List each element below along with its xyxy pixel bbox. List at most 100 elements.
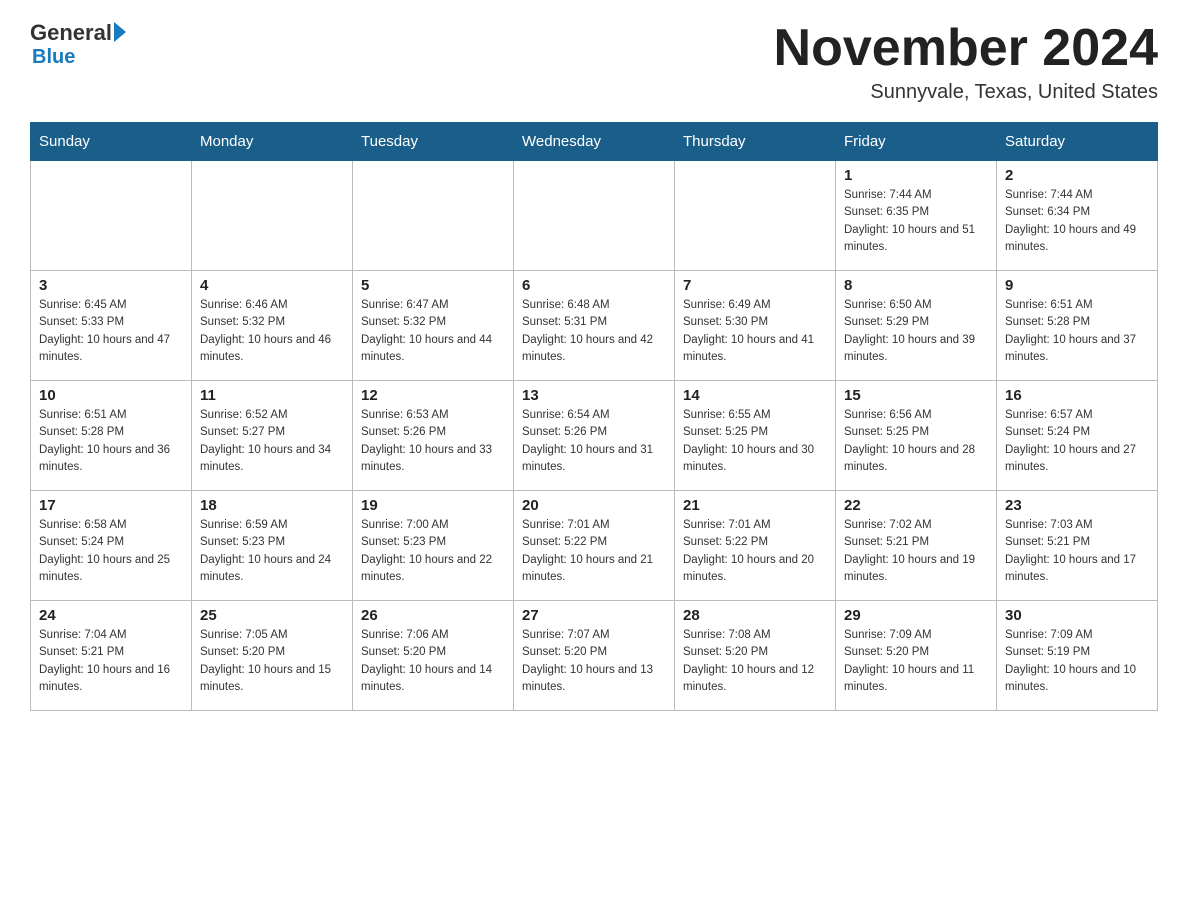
week-row-2: 3 Sunrise: 6:45 AM Sunset: 5:33 PM Daylig… <box>31 271 1158 381</box>
logo-blue: Blue <box>32 46 75 69</box>
col-monday: Monday <box>192 123 353 161</box>
day-number: 12 <box>361 387 505 404</box>
day-cell <box>675 161 836 271</box>
week-row-4: 17 Sunrise: 6:58 AM Sunset: 5:24 PM Dayli… <box>31 491 1158 601</box>
day-number: 18 <box>200 497 344 514</box>
day-cell <box>31 161 192 271</box>
day-number: 14 <box>683 387 827 404</box>
logo-general: General <box>30 20 112 46</box>
day-number: 11 <box>200 387 344 404</box>
logo-top: General <box>30 20 126 46</box>
day-cell <box>353 161 514 271</box>
week-row-3: 10 Sunrise: 6:51 AM Sunset: 5:28 PM Dayli… <box>31 381 1158 491</box>
day-sun-info: Sunrise: 7:44 AM Sunset: 6:35 PM Dayligh… <box>844 187 988 256</box>
day-sun-info: Sunrise: 7:44 AM Sunset: 6:34 PM Dayligh… <box>1005 187 1149 256</box>
day-cell: 27 Sunrise: 7:07 AM Sunset: 5:20 PM Dayli… <box>514 601 675 711</box>
calendar-header-row: Sunday Monday Tuesday Wednesday Thursday… <box>31 123 1158 161</box>
day-cell: 13 Sunrise: 6:54 AM Sunset: 5:26 PM Dayli… <box>514 381 675 491</box>
day-cell: 9 Sunrise: 6:51 AM Sunset: 5:28 PM Daylig… <box>997 271 1158 381</box>
day-cell: 4 Sunrise: 6:46 AM Sunset: 5:32 PM Daylig… <box>192 271 353 381</box>
day-number: 3 <box>39 277 183 294</box>
day-number: 13 <box>522 387 666 404</box>
day-number: 6 <box>522 277 666 294</box>
day-number: 15 <box>844 387 988 404</box>
day-sun-info: Sunrise: 6:51 AM Sunset: 5:28 PM Dayligh… <box>1005 297 1149 366</box>
day-sun-info: Sunrise: 7:02 AM Sunset: 5:21 PM Dayligh… <box>844 517 988 586</box>
day-sun-info: Sunrise: 6:48 AM Sunset: 5:31 PM Dayligh… <box>522 297 666 366</box>
day-number: 23 <box>1005 497 1149 514</box>
day-sun-info: Sunrise: 7:01 AM Sunset: 5:22 PM Dayligh… <box>522 517 666 586</box>
week-row-5: 24 Sunrise: 7:04 AM Sunset: 5:21 PM Dayli… <box>31 601 1158 711</box>
day-sun-info: Sunrise: 7:01 AM Sunset: 5:22 PM Dayligh… <box>683 517 827 586</box>
day-cell: 29Sunrise: 7:09 AM Sunset: 5:20 PM Dayli… <box>836 601 997 711</box>
col-sunday: Sunday <box>31 123 192 161</box>
day-sun-info: Sunrise: 6:59 AM Sunset: 5:23 PM Dayligh… <box>200 517 344 586</box>
day-cell: 28 Sunrise: 7:08 AM Sunset: 5:20 PM Dayli… <box>675 601 836 711</box>
day-number: 9 <box>1005 277 1149 294</box>
day-sun-info: Sunrise: 7:04 AM Sunset: 5:21 PM Dayligh… <box>39 627 183 696</box>
day-cell: 17 Sunrise: 6:58 AM Sunset: 5:24 PM Dayli… <box>31 491 192 601</box>
day-cell: 23 Sunrise: 7:03 AM Sunset: 5:21 PM Dayli… <box>997 491 1158 601</box>
day-cell: 15 Sunrise: 6:56 AM Sunset: 5:25 PM Dayli… <box>836 381 997 491</box>
day-number: 5 <box>361 277 505 294</box>
day-number: 26 <box>361 607 505 624</box>
day-sun-info: Sunrise: 6:54 AM Sunset: 5:26 PM Dayligh… <box>522 407 666 476</box>
day-cell: 22 Sunrise: 7:02 AM Sunset: 5:21 PM Dayli… <box>836 491 997 601</box>
day-sun-info: Sunrise: 6:45 AM Sunset: 5:33 PM Dayligh… <box>39 297 183 366</box>
day-cell: 7Sunrise: 6:49 AM Sunset: 5:30 PM Daylig… <box>675 271 836 381</box>
day-number: 28 <box>683 607 827 624</box>
day-cell: 8 Sunrise: 6:50 AM Sunset: 5:29 PM Daylig… <box>836 271 997 381</box>
day-cell: 1 Sunrise: 7:44 AM Sunset: 6:35 PM Daylig… <box>836 161 997 271</box>
day-number: 4 <box>200 277 344 294</box>
day-cell: 18 Sunrise: 6:59 AM Sunset: 5:23 PM Dayli… <box>192 491 353 601</box>
logo-arrow-icon <box>114 22 126 42</box>
page-header: General Blue November 2024 Sunnyvale, Te… <box>30 20 1158 104</box>
day-number: 22 <box>844 497 988 514</box>
day-number: 25 <box>200 607 344 624</box>
day-sun-info: Sunrise: 7:09 AM Sunset: 5:19 PM Dayligh… <box>1005 627 1149 696</box>
col-saturday: Saturday <box>997 123 1158 161</box>
day-sun-info: Sunrise: 6:58 AM Sunset: 5:24 PM Dayligh… <box>39 517 183 586</box>
day-number: 1 <box>844 167 988 184</box>
day-number: 24 <box>39 607 183 624</box>
day-sun-info: Sunrise: 6:55 AM Sunset: 5:25 PM Dayligh… <box>683 407 827 476</box>
day-number: 20 <box>522 497 666 514</box>
day-cell: 16 Sunrise: 6:57 AM Sunset: 5:24 PM Dayli… <box>997 381 1158 491</box>
day-sun-info: Sunrise: 6:47 AM Sunset: 5:32 PM Dayligh… <box>361 297 505 366</box>
day-cell: 26 Sunrise: 7:06 AM Sunset: 5:20 PM Dayli… <box>353 601 514 711</box>
day-cell: 24 Sunrise: 7:04 AM Sunset: 5:21 PM Dayli… <box>31 601 192 711</box>
week-row-1: 1 Sunrise: 7:44 AM Sunset: 6:35 PM Daylig… <box>31 161 1158 271</box>
day-cell: 2 Sunrise: 7:44 AM Sunset: 6:34 PM Daylig… <box>997 161 1158 271</box>
day-sun-info: Sunrise: 7:08 AM Sunset: 5:20 PM Dayligh… <box>683 627 827 696</box>
day-sun-info: Sunrise: 6:56 AM Sunset: 5:25 PM Dayligh… <box>844 407 988 476</box>
day-cell <box>192 161 353 271</box>
day-cell: 14 Sunrise: 6:55 AM Sunset: 5:25 PM Dayli… <box>675 381 836 491</box>
day-cell: 30Sunrise: 7:09 AM Sunset: 5:19 PM Dayli… <box>997 601 1158 711</box>
day-number: 27 <box>522 607 666 624</box>
col-tuesday: Tuesday <box>353 123 514 161</box>
day-cell: 25 Sunrise: 7:05 AM Sunset: 5:20 PM Dayli… <box>192 601 353 711</box>
day-sun-info: Sunrise: 7:05 AM Sunset: 5:20 PM Dayligh… <box>200 627 344 696</box>
day-sun-info: Sunrise: 6:50 AM Sunset: 5:29 PM Dayligh… <box>844 297 988 366</box>
day-cell: 5 Sunrise: 6:47 AM Sunset: 5:32 PM Daylig… <box>353 271 514 381</box>
day-sun-info: Sunrise: 6:57 AM Sunset: 5:24 PM Dayligh… <box>1005 407 1149 476</box>
day-cell: 3 Sunrise: 6:45 AM Sunset: 5:33 PM Daylig… <box>31 271 192 381</box>
day-number: 2 <box>1005 167 1149 184</box>
title-section: November 2024 Sunnyvale, Texas, United S… <box>774 20 1158 104</box>
day-sun-info: Sunrise: 6:51 AM Sunset: 5:28 PM Dayligh… <box>39 407 183 476</box>
day-number: 29 <box>844 607 988 624</box>
day-number: 17 <box>39 497 183 514</box>
day-number: 10 <box>39 387 183 404</box>
day-number: 21 <box>683 497 827 514</box>
day-sun-info: Sunrise: 6:46 AM Sunset: 5:32 PM Dayligh… <box>200 297 344 366</box>
day-cell: 6 Sunrise: 6:48 AM Sunset: 5:31 PM Daylig… <box>514 271 675 381</box>
day-sun-info: Sunrise: 6:53 AM Sunset: 5:26 PM Dayligh… <box>361 407 505 476</box>
day-number: 16 <box>1005 387 1149 404</box>
day-sun-info: Sunrise: 7:07 AM Sunset: 5:20 PM Dayligh… <box>522 627 666 696</box>
day-sun-info: Sunrise: 7:06 AM Sunset: 5:20 PM Dayligh… <box>361 627 505 696</box>
day-sun-info: Sunrise: 7:03 AM Sunset: 5:21 PM Dayligh… <box>1005 517 1149 586</box>
day-cell: 10 Sunrise: 6:51 AM Sunset: 5:28 PM Dayli… <box>31 381 192 491</box>
logo: General Blue <box>30 20 126 69</box>
day-number: 8 <box>844 277 988 294</box>
calendar-table: Sunday Monday Tuesday Wednesday Thursday… <box>30 122 1158 711</box>
